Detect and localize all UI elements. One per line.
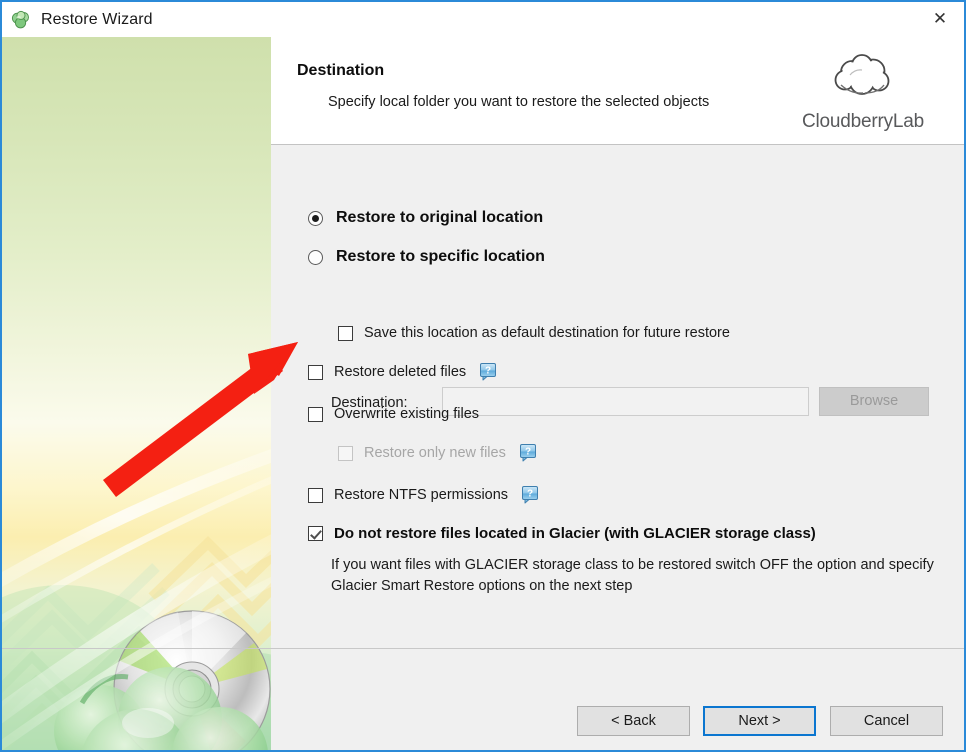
checkbox-overwrite-existing-files[interactable]: Overwrite existing files <box>308 406 479 422</box>
checkbox-label: Overwrite existing files <box>334 406 480 422</box>
sidebar-illustration <box>2 449 271 750</box>
title-bar: Restore Wizard ✕ <box>2 2 964 37</box>
checkbox-save-default-destination[interactable]: Save this location as default destinatio… <box>338 325 730 341</box>
svg-text:?: ? <box>485 366 491 377</box>
checkbox-label: Do not restore files located in Glacier … <box>334 525 816 542</box>
radio-indicator <box>308 210 323 226</box>
checkbox-indicator <box>308 364 323 380</box>
radio-indicator <box>308 249 323 265</box>
checkbox-indicator <box>338 325 353 341</box>
help-icon[interactable]: ? <box>479 363 498 381</box>
brand-name: CloudberryLab <box>801 111 925 132</box>
wizard-footer: < Back Next > Cancel <box>271 649 964 750</box>
radio-label: Restore to original location <box>336 209 544 226</box>
browse-button[interactable]: Browse <box>819 387 929 416</box>
content-panel: Destination Specify local folder you wan… <box>271 37 964 750</box>
close-icon[interactable]: ✕ <box>916 2 964 35</box>
checkbox-indicator <box>308 487 323 503</box>
checkbox-restore-deleted-files[interactable]: Restore deleted files ? <box>308 363 498 381</box>
cancel-button[interactable]: Cancel <box>830 706 943 736</box>
restore-wizard-window: Restore Wizard ✕ Destination Specify loc… <box>0 0 966 752</box>
page-title: Destination <box>297 62 385 79</box>
svg-text:?: ? <box>527 489 533 500</box>
next-button[interactable]: Next > <box>703 706 816 736</box>
help-icon[interactable]: ? <box>521 486 540 504</box>
checkbox-label: Restore only new files <box>364 445 506 461</box>
checkbox-indicator <box>338 445 353 461</box>
window-title: Restore Wizard <box>41 10 153 28</box>
radio-restore-original-location[interactable]: Restore to original location <box>308 209 543 227</box>
page-subtitle: Specify local folder you want to restore… <box>328 94 710 110</box>
checkbox-do-not-restore-glacier[interactable]: Do not restore files located in Glacier … <box>308 525 816 542</box>
glacier-note: If you want files with GLACIER storage c… <box>331 557 934 594</box>
wizard-header: Destination Specify local folder you wan… <box>271 37 964 145</box>
help-icon[interactable]: ? <box>519 444 538 462</box>
cloudberry-green-icon <box>11 10 29 28</box>
destination-input[interactable] <box>442 387 809 416</box>
checkbox-label: Save this location as default destinatio… <box>364 325 730 341</box>
checkbox-label: Restore deleted files <box>334 364 467 380</box>
options-area: Restore to original location Restore to … <box>271 145 964 684</box>
wizard-sidebar-graphic <box>2 37 271 750</box>
radio-restore-specific-location[interactable]: Restore to specific location <box>308 248 545 266</box>
checkbox-restore-only-new-files[interactable]: Restore only new files ? <box>338 444 538 462</box>
checkbox-indicator <box>308 406 323 422</box>
brand-logo: CloudberryLab <box>778 52 948 133</box>
checkbox-indicator <box>308 526 323 541</box>
checkbox-restore-ntfs-permissions[interactable]: Restore NTFS permissions ? <box>308 486 540 504</box>
checkbox-label: Restore NTFS permissions <box>334 487 509 503</box>
radio-label: Restore to specific location <box>336 248 545 265</box>
back-button[interactable]: < Back <box>577 706 690 736</box>
cloud-outline-icon <box>834 54 890 95</box>
svg-text:?: ? <box>525 447 531 458</box>
